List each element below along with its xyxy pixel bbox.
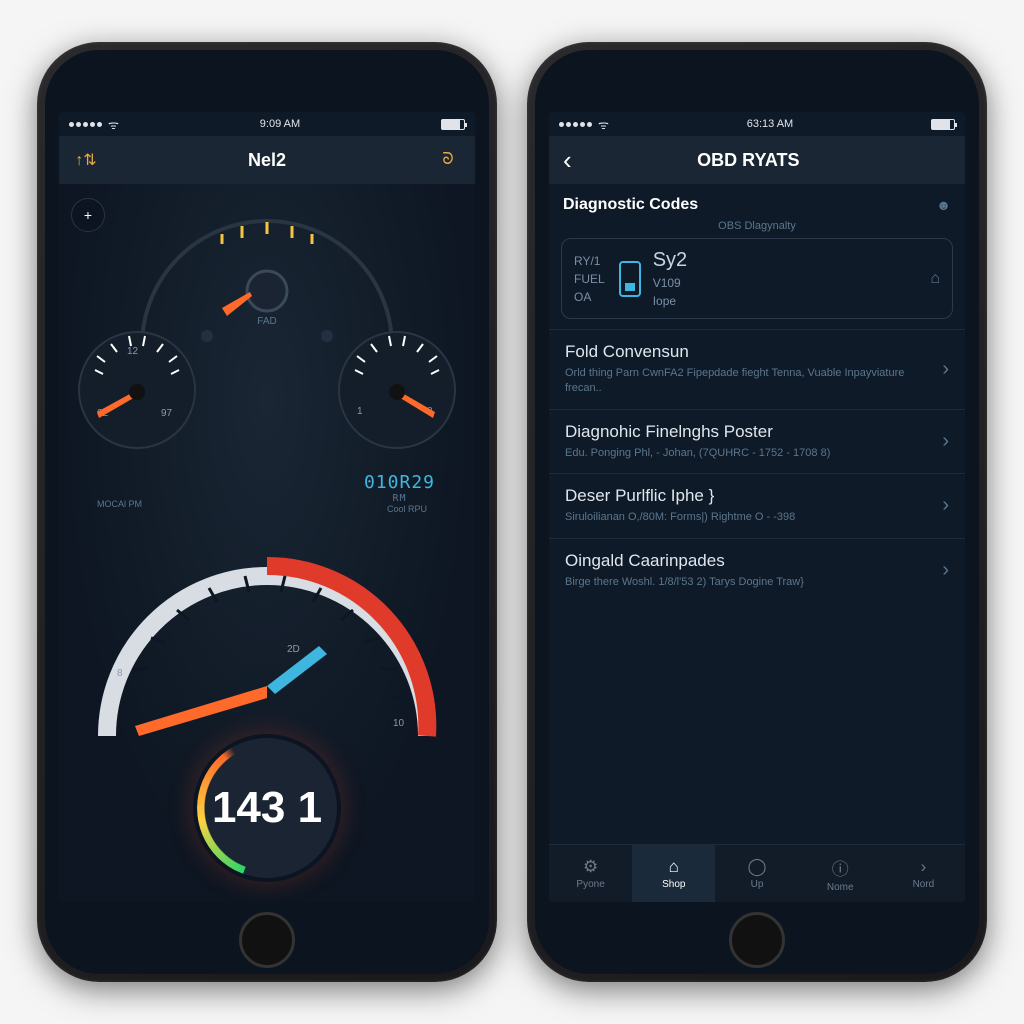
summary-card[interactable]: RY/1 FUEL OA Sy2 V109 Iope ⌂ [561, 238, 953, 319]
tab-nord[interactable]: › Nord [882, 845, 965, 902]
wifi-icon: ᯤ [598, 116, 609, 133]
tab-shop[interactable]: ⌂ Shop [632, 845, 715, 902]
big-gauge: 8 2D 10 [77, 526, 457, 766]
chevron-right-icon: › [942, 494, 949, 517]
card-left-col: RY/1 FUEL OA [574, 254, 605, 304]
list-item[interactable]: Deser Purlflic Iphe } Siruloilianan O,/8… [549, 473, 965, 537]
nav-right-icon[interactable]: ᘐ [435, 147, 461, 173]
phone-right: ᯤ 63:13 AM ‹ OBD RYATS Diagnostic Codes … [527, 42, 987, 982]
nav-bar: ↑⇅ Nel2 ᘐ [59, 136, 475, 184]
chevron-right-icon: › [942, 358, 949, 381]
fad-label: FAD [257, 316, 276, 327]
device-icon [619, 261, 641, 297]
circle-icon: ◯ [747, 857, 766, 877]
home-button[interactable] [729, 912, 785, 968]
gear-icon: ⚙ [583, 857, 598, 877]
home-icon: ⌂ [669, 857, 679, 877]
face-icon[interactable]: ☻ [936, 197, 951, 213]
status-time: 63:13 AM [747, 118, 793, 130]
tab-up[interactable]: ◯ Up [715, 845, 798, 902]
screen-codes: ᯤ 63:13 AM ‹ OBD RYATS Diagnostic Codes … [549, 112, 965, 902]
nav-title: Nel2 [99, 150, 435, 171]
label-cool: Cool RPU [387, 504, 427, 514]
status-bar: ᯤ 63:13 AM [549, 112, 965, 136]
tab-bar: ⚙ Pyone ⌂ Shop ◯ Up ⓘ Nome › Nord [549, 844, 965, 902]
svg-text:2D: 2D [287, 644, 300, 655]
section-subtitle: OBS Dlagynalty [549, 220, 965, 238]
home-button[interactable] [239, 912, 295, 968]
tab-pyone[interactable]: ⚙ Pyone [549, 845, 632, 902]
svg-text:97: 97 [161, 408, 173, 419]
battery-icon [441, 119, 465, 130]
digital-readout: 010R29 RM [364, 472, 435, 504]
nav-title: OBD RYATS [572, 150, 925, 171]
section-title: Diagnostic Codes [563, 196, 698, 214]
phone-left: ᯤ 9:09 AM ↑⇅ Nel2 ᘐ + [37, 42, 497, 982]
svg-text:1: 1 [357, 406, 363, 417]
list-item[interactable]: Oingald Caarinpades Birge there Woshl. 1… [549, 538, 965, 602]
nav-left-icon[interactable]: ↑⇅ [73, 147, 99, 173]
speed-readout: 143 1 [197, 738, 337, 878]
back-button[interactable]: ‹ [563, 145, 572, 176]
wifi-icon: ᯤ [108, 116, 119, 133]
dashboard-body: + [59, 184, 475, 902]
chevron-right-icon: › [921, 857, 927, 877]
chevron-right-icon: › [942, 430, 949, 453]
gauge-right: 1 8 [327, 320, 467, 460]
svg-text:10: 10 [393, 718, 405, 729]
list-item[interactable]: Fold Convensun Orld thing Parn CwnFA2 Fi… [549, 329, 965, 409]
status-bar: ᯤ 9:09 AM [59, 112, 475, 136]
info-icon: ⓘ [832, 855, 849, 880]
screen-dashboard: ᯤ 9:09 AM ↑⇅ Nel2 ᘐ + [59, 112, 475, 902]
gauge-left: 02 12 97 [67, 320, 207, 460]
status-time: 9:09 AM [260, 118, 300, 130]
svg-text:8: 8 [117, 668, 123, 679]
battery-icon [931, 119, 955, 130]
list-item[interactable]: Diagnohic Finelnghs Poster Edu. Ponging … [549, 409, 965, 473]
tab-nome[interactable]: ⓘ Nome [799, 845, 882, 902]
codes-list: Fold Convensun Orld thing Parn CwnFA2 Fi… [549, 329, 965, 844]
card-action-icon[interactable]: ⌂ [930, 270, 940, 288]
nav-bar: ‹ OBD RYATS [549, 136, 965, 184]
chevron-right-icon: › [942, 559, 949, 582]
svg-text:12: 12 [127, 346, 139, 357]
label-mocal: MOCAl PM [97, 499, 142, 509]
